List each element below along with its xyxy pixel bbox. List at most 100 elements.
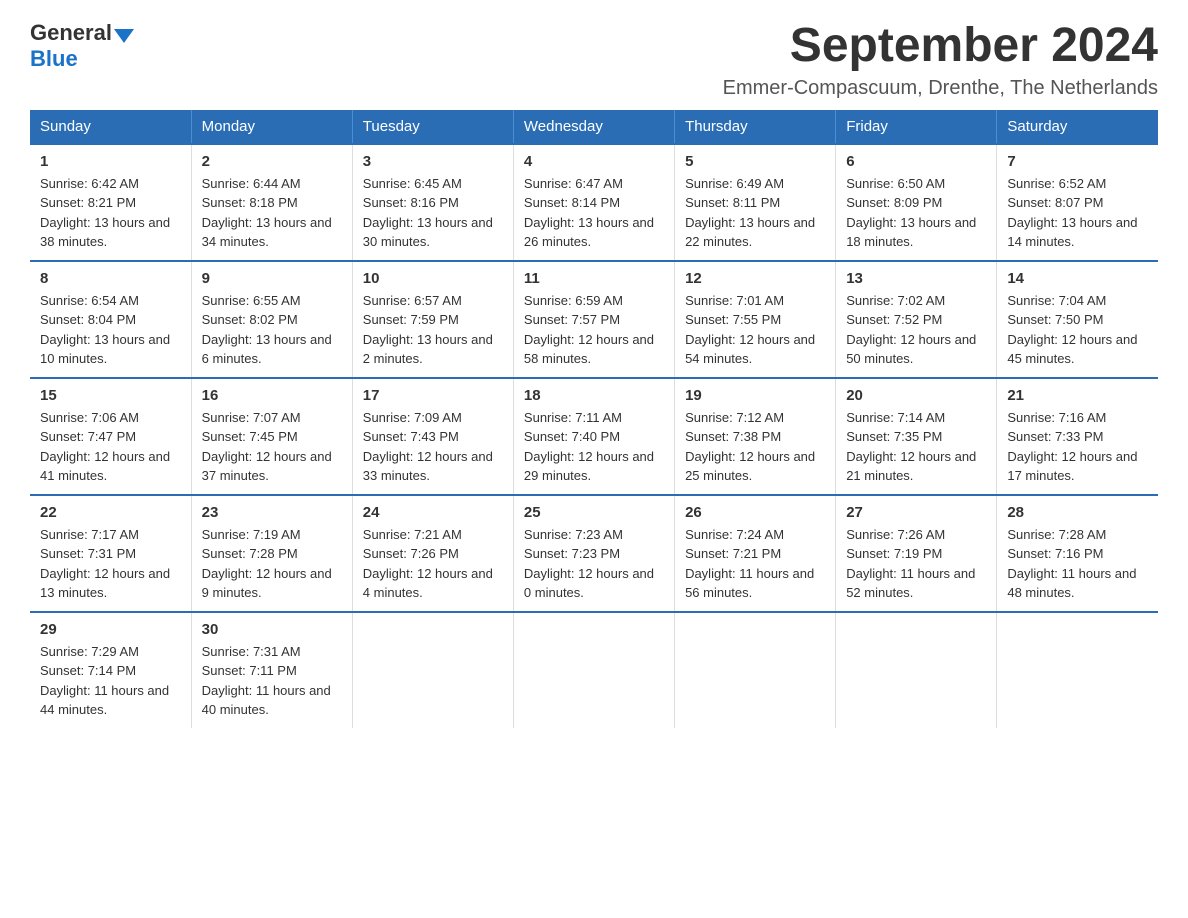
- sunset-label: Sunset: 8:11 PM: [685, 195, 780, 210]
- daylight-label: Daylight: 12 hours and 45 minutes.: [1007, 332, 1137, 367]
- header-day-saturday: Saturday: [997, 110, 1158, 144]
- day-info: Sunrise: 6:55 AM Sunset: 8:02 PM Dayligh…: [202, 291, 342, 369]
- daylight-label: Daylight: 13 hours and 30 minutes.: [363, 215, 493, 250]
- sunset-label: Sunset: 7:35 PM: [846, 429, 942, 444]
- sunset-label: Sunset: 7:47 PM: [40, 429, 136, 444]
- calendar-cell: 17 Sunrise: 7:09 AM Sunset: 7:43 PM Dayl…: [352, 378, 513, 495]
- calendar-cell: 23 Sunrise: 7:19 AM Sunset: 7:28 PM Dayl…: [191, 495, 352, 612]
- day-number: 17: [363, 387, 503, 404]
- day-info: Sunrise: 7:14 AM Sunset: 7:35 PM Dayligh…: [846, 408, 986, 486]
- day-number: 28: [1007, 504, 1148, 521]
- calendar-cell: 24 Sunrise: 7:21 AM Sunset: 7:26 PM Dayl…: [352, 495, 513, 612]
- day-info: Sunrise: 7:12 AM Sunset: 7:38 PM Dayligh…: [685, 408, 825, 486]
- day-info: Sunrise: 7:02 AM Sunset: 7:52 PM Dayligh…: [846, 291, 986, 369]
- sunrise-label: Sunrise: 6:42 AM: [40, 176, 139, 191]
- daylight-label: Daylight: 11 hours and 52 minutes.: [846, 566, 975, 601]
- calendar-cell: [997, 612, 1158, 728]
- logo-general-text: General: [30, 20, 112, 46]
- daylight-label: Daylight: 13 hours and 14 minutes.: [1007, 215, 1137, 250]
- day-number: 21: [1007, 387, 1148, 404]
- calendar-cell: 14 Sunrise: 7:04 AM Sunset: 7:50 PM Dayl…: [997, 261, 1158, 378]
- calendar-cell: [836, 612, 997, 728]
- calendar-cell: [352, 612, 513, 728]
- sunset-label: Sunset: 7:59 PM: [363, 312, 459, 327]
- daylight-label: Daylight: 11 hours and 40 minutes.: [202, 683, 331, 718]
- calendar-week-3: 15 Sunrise: 7:06 AM Sunset: 7:47 PM Dayl…: [30, 378, 1158, 495]
- calendar-cell: [675, 612, 836, 728]
- day-info: Sunrise: 6:49 AM Sunset: 8:11 PM Dayligh…: [685, 174, 825, 252]
- calendar-cell: 25 Sunrise: 7:23 AM Sunset: 7:23 PM Dayl…: [513, 495, 674, 612]
- day-number: 15: [40, 387, 181, 404]
- sunrise-label: Sunrise: 7:12 AM: [685, 410, 784, 425]
- calendar-cell: 10 Sunrise: 6:57 AM Sunset: 7:59 PM Dayl…: [352, 261, 513, 378]
- day-number: 19: [685, 387, 825, 404]
- day-number: 12: [685, 270, 825, 287]
- daylight-label: Daylight: 13 hours and 38 minutes.: [40, 215, 170, 250]
- day-info: Sunrise: 6:42 AM Sunset: 8:21 PM Dayligh…: [40, 174, 181, 252]
- daylight-label: Daylight: 12 hours and 9 minutes.: [202, 566, 332, 601]
- day-number: 30: [202, 621, 342, 638]
- calendar-cell: 16 Sunrise: 7:07 AM Sunset: 7:45 PM Dayl…: [191, 378, 352, 495]
- day-info: Sunrise: 7:28 AM Sunset: 7:16 PM Dayligh…: [1007, 525, 1148, 603]
- header-day-thursday: Thursday: [675, 110, 836, 144]
- daylight-label: Daylight: 13 hours and 26 minutes.: [524, 215, 654, 250]
- calendar-cell: 18 Sunrise: 7:11 AM Sunset: 7:40 PM Dayl…: [513, 378, 674, 495]
- sunrise-label: Sunrise: 7:01 AM: [685, 293, 784, 308]
- daylight-label: Daylight: 12 hours and 21 minutes.: [846, 449, 976, 484]
- day-info: Sunrise: 6:54 AM Sunset: 8:04 PM Dayligh…: [40, 291, 181, 369]
- sunrise-label: Sunrise: 7:23 AM: [524, 527, 623, 542]
- day-number: 24: [363, 504, 503, 521]
- daylight-label: Daylight: 13 hours and 18 minutes.: [846, 215, 976, 250]
- day-info: Sunrise: 7:09 AM Sunset: 7:43 PM Dayligh…: [363, 408, 503, 486]
- day-info: Sunrise: 6:57 AM Sunset: 7:59 PM Dayligh…: [363, 291, 503, 369]
- sunset-label: Sunset: 7:40 PM: [524, 429, 620, 444]
- sunset-label: Sunset: 7:28 PM: [202, 546, 298, 561]
- calendar-cell: [513, 612, 674, 728]
- daylight-label: Daylight: 12 hours and 33 minutes.: [363, 449, 493, 484]
- sunset-label: Sunset: 8:04 PM: [40, 312, 136, 327]
- daylight-label: Daylight: 12 hours and 13 minutes.: [40, 566, 170, 601]
- title-section: September 2024 Emmer-Compascuum, Drenthe…: [723, 20, 1158, 100]
- logo: General Blue: [30, 20, 134, 72]
- sunset-label: Sunset: 7:45 PM: [202, 429, 298, 444]
- day-info: Sunrise: 7:11 AM Sunset: 7:40 PM Dayligh…: [524, 408, 664, 486]
- day-number: 13: [846, 270, 986, 287]
- sunrise-label: Sunrise: 7:21 AM: [363, 527, 462, 542]
- calendar-week-5: 29 Sunrise: 7:29 AM Sunset: 7:14 PM Dayl…: [30, 612, 1158, 728]
- calendar-cell: 15 Sunrise: 7:06 AM Sunset: 7:47 PM Dayl…: [30, 378, 191, 495]
- day-number: 10: [363, 270, 503, 287]
- sunrise-label: Sunrise: 7:16 AM: [1007, 410, 1106, 425]
- sunset-label: Sunset: 7:21 PM: [685, 546, 781, 561]
- daylight-label: Daylight: 12 hours and 29 minutes.: [524, 449, 654, 484]
- sunrise-label: Sunrise: 6:57 AM: [363, 293, 462, 308]
- sunset-label: Sunset: 8:16 PM: [363, 195, 459, 210]
- calendar-cell: 6 Sunrise: 6:50 AM Sunset: 8:09 PM Dayli…: [836, 144, 997, 261]
- day-number: 1: [40, 153, 181, 170]
- calendar-cell: 11 Sunrise: 6:59 AM Sunset: 7:57 PM Dayl…: [513, 261, 674, 378]
- sunrise-label: Sunrise: 7:24 AM: [685, 527, 784, 542]
- sunset-label: Sunset: 8:09 PM: [846, 195, 942, 210]
- daylight-label: Daylight: 12 hours and 17 minutes.: [1007, 449, 1137, 484]
- day-number: 6: [846, 153, 986, 170]
- day-number: 8: [40, 270, 181, 287]
- sunset-label: Sunset: 8:07 PM: [1007, 195, 1103, 210]
- sunset-label: Sunset: 8:14 PM: [524, 195, 620, 210]
- location-title: Emmer-Compascuum, Drenthe, The Netherlan…: [723, 77, 1158, 100]
- day-number: 7: [1007, 153, 1148, 170]
- sunrise-label: Sunrise: 6:45 AM: [363, 176, 462, 191]
- daylight-label: Daylight: 12 hours and 0 minutes.: [524, 566, 654, 601]
- calendar-cell: 19 Sunrise: 7:12 AM Sunset: 7:38 PM Dayl…: [675, 378, 836, 495]
- header-day-friday: Friday: [836, 110, 997, 144]
- daylight-label: Daylight: 12 hours and 41 minutes.: [40, 449, 170, 484]
- calendar-week-4: 22 Sunrise: 7:17 AM Sunset: 7:31 PM Dayl…: [30, 495, 1158, 612]
- day-info: Sunrise: 7:26 AM Sunset: 7:19 PM Dayligh…: [846, 525, 986, 603]
- day-info: Sunrise: 7:29 AM Sunset: 7:14 PM Dayligh…: [40, 642, 181, 720]
- daylight-label: Daylight: 13 hours and 6 minutes.: [202, 332, 332, 367]
- sunset-label: Sunset: 7:14 PM: [40, 663, 136, 678]
- sunrise-label: Sunrise: 7:14 AM: [846, 410, 945, 425]
- day-info: Sunrise: 7:04 AM Sunset: 7:50 PM Dayligh…: [1007, 291, 1148, 369]
- day-info: Sunrise: 7:16 AM Sunset: 7:33 PM Dayligh…: [1007, 408, 1148, 486]
- day-number: 20: [846, 387, 986, 404]
- daylight-label: Daylight: 13 hours and 34 minutes.: [202, 215, 332, 250]
- calendar-cell: 21 Sunrise: 7:16 AM Sunset: 7:33 PM Dayl…: [997, 378, 1158, 495]
